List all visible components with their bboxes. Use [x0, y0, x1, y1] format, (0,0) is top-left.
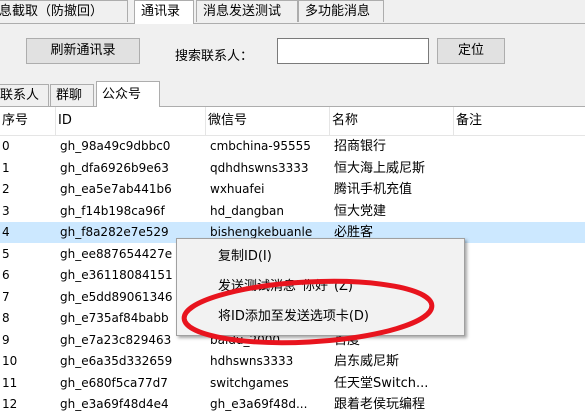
cell-remark — [456, 179, 585, 200]
table-row[interactable]: 0 gh_98a49c9dbbc0 cmbchina-95555 招商银行 — [0, 136, 585, 157]
cell-remark — [456, 158, 585, 179]
tab-message-send-test[interactable]: 消息发送测试 — [196, 0, 298, 22]
column-header-id[interactable]: ID — [56, 107, 206, 135]
cell-id: gh_e3a69f48d4e4 — [60, 397, 169, 411]
table-row[interactable]: 1 gh_dfa6926b9e63 qdhdhswns3333 恒大海上威尼斯 — [0, 158, 585, 179]
table-row[interactable]: 12 gh_e3a69f48d4e4 gh_e3a69f48d... 跟着老侯玩编程 — [0, 394, 585, 415]
cell-remark — [456, 265, 585, 286]
cell-remark — [456, 373, 585, 394]
cell-index: 1 — [2, 160, 10, 175]
cell-id: gh_e680f5ca77d7 — [60, 375, 168, 390]
cell-wechat-id: hd_dangban — [210, 203, 284, 218]
cell-index: 3 — [2, 203, 10, 218]
cell-index: 12 — [2, 397, 18, 411]
column-header-index[interactable]: 序号 — [0, 107, 56, 135]
cell-name: 恒大党建 — [334, 203, 387, 219]
column-header-remark[interactable]: 备注 — [454, 107, 585, 135]
column-header-wechat-id[interactable]: 微信号 — [206, 107, 330, 135]
subtab-contacts[interactable]: 联系人 — [0, 84, 49, 106]
cell-remark — [456, 287, 585, 308]
cell-index: 5 — [2, 246, 10, 261]
refresh-contacts-button[interactable]: 刷新通讯录 — [26, 38, 140, 64]
main-tab-bar: 息截取（防撤回） 通讯录 消息发送测试 多功能消息 — [0, 0, 585, 24]
cell-remark — [456, 308, 585, 329]
cell-remark — [456, 244, 585, 265]
search-contact-input[interactable] — [277, 38, 429, 64]
cell-id: gh_e6a35d332659 — [60, 354, 173, 368]
cell-wechat-id: switchgames — [210, 375, 289, 390]
column-header-name[interactable]: 名称 — [330, 107, 454, 135]
cell-name: 腾讯手机充值 — [334, 182, 413, 197]
table-row[interactable]: 11 gh_e680f5ca77d7 switchgames 任天堂Switch... — [0, 373, 585, 394]
cell-index: 9 — [2, 332, 10, 347]
table-row[interactable]: 10 gh_e6a35d332659 hdhswns3333 启东威尼斯 — [0, 351, 585, 372]
subtab-official-accounts[interactable]: 公众号 — [96, 81, 160, 107]
menu-item-copy-id[interactable]: 复制ID(I) — [178, 242, 463, 272]
tab-message-intercept[interactable]: 息截取（防撤回） — [0, 0, 128, 22]
cell-index: 7 — [2, 289, 10, 304]
cell-name: 恒大海上威尼斯 — [334, 160, 426, 176]
cell-id: gh_f14b198ca96f — [60, 203, 165, 218]
cell-name: 启东威尼斯 — [334, 354, 400, 369]
cell-index: 6 — [2, 268, 10, 282]
cell-name: 任天堂Switch... — [334, 375, 429, 391]
cell-wechat-id: qdhdhswns3333 — [210, 160, 309, 175]
cell-wechat-id: cmbchina-95555 — [210, 139, 311, 153]
cell-remark — [456, 201, 585, 222]
cell-name: 跟着老侯玩编程 — [334, 397, 426, 412]
cell-wechat-id: hdhswns3333 — [210, 354, 294, 368]
tab-multi-function-message[interactable]: 多功能消息 — [298, 0, 384, 22]
cell-remark — [456, 394, 585, 415]
search-contact-label: 搜索联系人： — [175, 49, 254, 64]
table-row[interactable]: 3 gh_f14b198ca96f hd_dangban 恒大党建 — [0, 201, 585, 222]
cell-id: gh_98a49c9dbbc0 — [60, 139, 171, 153]
menu-item-send-test-message[interactable]: 发送测试消息"你好"(Z) — [178, 272, 463, 302]
cell-index: 0 — [2, 139, 10, 153]
cell-remark — [456, 351, 585, 372]
cell-index: 10 — [2, 354, 18, 368]
cell-remark — [456, 136, 585, 157]
menu-item-add-id-to-send-tab[interactable]: 将ID添加至发送选项卡(D) — [178, 302, 463, 332]
cell-wechat-id: wxhuafei — [210, 182, 265, 196]
cell-index: 11 — [2, 375, 18, 390]
locate-button[interactable]: 定位 — [437, 38, 505, 64]
table-header: 序号 ID 微信号 名称 备注 — [0, 107, 585, 136]
tab-bar-divider — [0, 23, 585, 24]
cell-index: 2 — [2, 182, 10, 196]
tab-contacts[interactable]: 通讯录 — [134, 0, 194, 24]
cell-name: 招商银行 — [334, 139, 387, 154]
subtab-group-chats[interactable]: 群聊 — [50, 84, 94, 106]
cell-index: 4 — [2, 225, 10, 239]
cell-remark — [456, 222, 585, 243]
context-menu: 复制ID(I) 发送测试消息"你好"(Z) 将ID添加至发送选项卡(D) — [176, 238, 465, 336]
cell-index: 8 — [2, 311, 10, 325]
cell-id: gh_ea5e7ab441b6 — [60, 182, 172, 196]
cell-id: gh_dfa6926b9e63 — [60, 160, 169, 175]
cell-remark — [456, 330, 585, 351]
table-row[interactable]: 2 gh_ea5e7ab441b6 wxhuafei 腾讯手机充值 — [0, 179, 585, 200]
cell-wechat-id: gh_e3a69f48d... — [210, 397, 308, 411]
